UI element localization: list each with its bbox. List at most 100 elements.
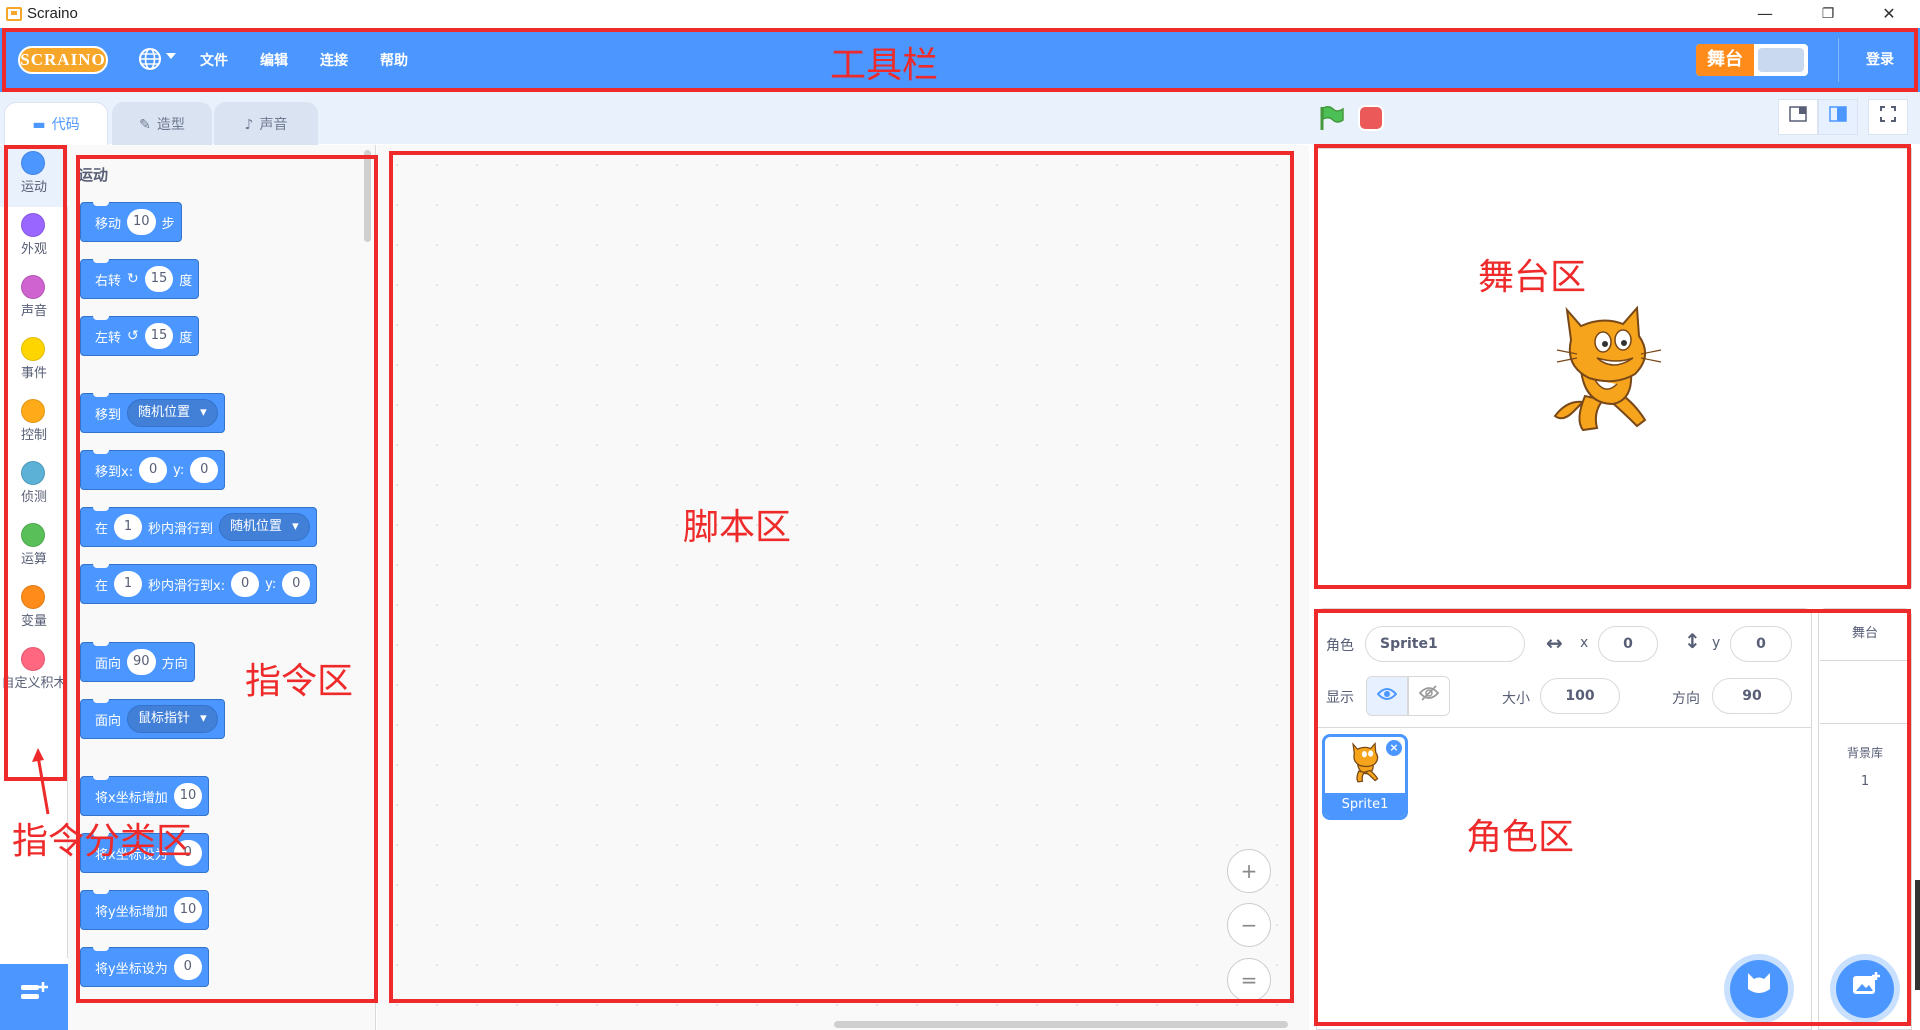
tab-sounds[interactable]: ♪ 声音 bbox=[214, 102, 318, 146]
tab-costumes[interactable]: ✎ 造型 bbox=[112, 102, 212, 146]
normal-stage-button[interactable] bbox=[1818, 99, 1858, 135]
category-my-blocks[interactable]: 自定义积木 bbox=[0, 641, 68, 721]
block-input[interactable]: 0 bbox=[139, 457, 168, 483]
zoom-in-button[interactable]: + bbox=[1227, 849, 1271, 893]
block-input[interactable]: 10 bbox=[127, 209, 156, 235]
language-globe-icon[interactable] bbox=[137, 46, 163, 72]
block-input[interactable]: 15 bbox=[144, 323, 174, 349]
block-input[interactable]: 0 bbox=[282, 571, 311, 597]
category-sound[interactable]: 声音 bbox=[0, 269, 68, 331]
block-glide-to-xy[interactable]: 在 1 秒内滑行到x: 0 y: 0 bbox=[80, 564, 318, 604]
stage-thumbnail[interactable] bbox=[1820, 660, 1910, 724]
block-label: 方向 bbox=[161, 656, 188, 672]
y-label: y bbox=[1712, 635, 1721, 651]
fullscreen-button[interactable] bbox=[1868, 99, 1908, 135]
category-events[interactable]: 事件 bbox=[0, 331, 68, 393]
block-change-x[interactable]: 将x坐标增加 10 bbox=[80, 776, 210, 816]
stage-mode-switch[interactable] bbox=[1758, 48, 1804, 72]
block-label: 将x坐标增加 bbox=[95, 790, 168, 806]
sprite-name-input[interactable]: Sprite1 bbox=[1365, 626, 1525, 662]
maximize-button[interactable]: ❐ bbox=[1808, 2, 1848, 26]
menu-file[interactable]: 文件 bbox=[200, 50, 228, 70]
block-input[interactable]: 10 bbox=[173, 897, 203, 923]
code-icon: ▬ bbox=[32, 117, 46, 133]
category-sensing[interactable]: 侦测 bbox=[0, 455, 68, 517]
workspace-scrollbar[interactable] bbox=[834, 1021, 1288, 1028]
script-workspace[interactable] bbox=[377, 145, 1309, 1030]
size-input[interactable]: 100 bbox=[1540, 678, 1620, 714]
block-move-steps[interactable]: 移动 10 步 bbox=[80, 202, 182, 242]
menu-divider bbox=[1838, 38, 1839, 82]
category-operators[interactable]: 运算 bbox=[0, 517, 68, 579]
block-input[interactable]: 1 bbox=[114, 571, 143, 597]
block-label: 秒内滑行到x: bbox=[148, 578, 226, 594]
block-point-direction[interactable]: 面向 90 方向 bbox=[80, 642, 195, 682]
block-label: 在 bbox=[95, 521, 109, 537]
delete-sprite-icon[interactable]: × bbox=[1386, 740, 1402, 756]
tab-sounds-label: 声音 bbox=[259, 117, 288, 133]
choose-backdrop-button[interactable] bbox=[1836, 960, 1894, 1018]
add-extension-button[interactable] bbox=[0, 964, 68, 1030]
block-dropdown[interactable]: 随机位置 ▾ bbox=[219, 513, 310, 541]
x-input[interactable]: 0 bbox=[1598, 626, 1658, 662]
category-control[interactable]: 控制 bbox=[0, 393, 68, 455]
block-label: 度 bbox=[179, 273, 193, 289]
image-add-icon bbox=[1853, 972, 1880, 994]
block-set-y[interactable]: 将y坐标设为 0 bbox=[80, 947, 209, 987]
stage-mode-toggle[interactable]: 舞台 bbox=[1696, 44, 1808, 76]
block-turn-left[interactable]: 左转 ↺ 15 度 bbox=[80, 316, 200, 356]
direction-input[interactable]: 90 bbox=[1712, 678, 1792, 714]
block-input[interactable]: 0 bbox=[173, 954, 202, 980]
block-goto[interactable]: 移到 随机位置 ▾ bbox=[80, 393, 225, 433]
minimize-button[interactable]: — bbox=[1745, 2, 1785, 26]
zoom-out-button[interactable]: − bbox=[1227, 903, 1271, 947]
login-button[interactable]: 登录 bbox=[1866, 49, 1894, 69]
category-looks[interactable]: 外观 bbox=[0, 207, 68, 269]
palette-scrollbar[interactable] bbox=[364, 150, 371, 242]
category-label: 运算 bbox=[20, 552, 47, 567]
block-turn-right[interactable]: 右转 ↻ 15 度 bbox=[80, 259, 200, 299]
direction-label: 方向 bbox=[1672, 691, 1700, 707]
category-motion[interactable]: 运动 bbox=[0, 145, 68, 207]
block-point-towards[interactable]: 面向 鼠标指针 ▾ bbox=[80, 699, 225, 739]
menu-connect[interactable]: 连接 bbox=[320, 50, 348, 70]
block-dropdown[interactable]: 随机位置 ▾ bbox=[127, 399, 218, 427]
category-variables[interactable]: 变量 bbox=[0, 579, 68, 641]
block-dropdown[interactable]: 鼠标指针 ▾ bbox=[127, 705, 218, 733]
cat-sprite-icon[interactable] bbox=[1545, 300, 1665, 440]
block-label: 步 bbox=[161, 216, 175, 232]
y-input[interactable]: 0 bbox=[1730, 626, 1792, 662]
block-change-y[interactable]: 将y坐标增加 10 bbox=[80, 890, 210, 930]
hide-sprite-button[interactable] bbox=[1408, 676, 1450, 716]
tab-code[interactable]: ▬ 代码 bbox=[4, 102, 108, 146]
menu-help[interactable]: 帮助 bbox=[380, 50, 408, 70]
menu-edit[interactable]: 编辑 bbox=[260, 50, 288, 70]
block-input[interactable]: 15 bbox=[144, 266, 174, 292]
small-stage-button[interactable] bbox=[1778, 99, 1818, 135]
block-glide-to[interactable]: 在 1 秒内滑行到 随机位置 ▾ bbox=[80, 507, 317, 547]
block-input[interactable]: 0 bbox=[231, 571, 260, 597]
window-edge-scrollbar bbox=[1915, 880, 1920, 990]
sprite-thumbnail-label: Sprite1 bbox=[1325, 793, 1405, 817]
show-label: 显示 bbox=[1326, 690, 1354, 706]
block-input[interactable]: 0 bbox=[190, 457, 219, 483]
block-label: 将y坐标设为 bbox=[95, 961, 168, 977]
close-button[interactable]: ✕ bbox=[1869, 2, 1909, 26]
chevron-down-icon[interactable] bbox=[166, 53, 176, 59]
block-input[interactable]: 10 bbox=[173, 783, 203, 809]
block-label: 移动 bbox=[95, 216, 122, 232]
block-input[interactable]: 90 bbox=[127, 649, 156, 675]
block-goto-xy[interactable]: 移到x: 0 y: 0 bbox=[80, 450, 226, 490]
show-sprite-button[interactable] bbox=[1366, 676, 1408, 716]
stop-icon[interactable] bbox=[1358, 105, 1384, 131]
block-input[interactable]: 1 bbox=[114, 514, 143, 540]
category-my-blocks-dot bbox=[21, 647, 45, 671]
choose-sprite-button[interactable] bbox=[1730, 960, 1788, 1018]
green-flag-icon[interactable] bbox=[1317, 104, 1345, 132]
category-label: 声音 bbox=[20, 304, 47, 319]
stage-annotation-label: 舞台区 bbox=[1478, 257, 1587, 298]
block-label: 度 bbox=[179, 330, 193, 346]
category-control-dot bbox=[21, 399, 45, 423]
zoom-reset-button[interactable]: = bbox=[1227, 958, 1271, 1002]
scraino-logo[interactable]: SCRAINO bbox=[18, 46, 108, 74]
